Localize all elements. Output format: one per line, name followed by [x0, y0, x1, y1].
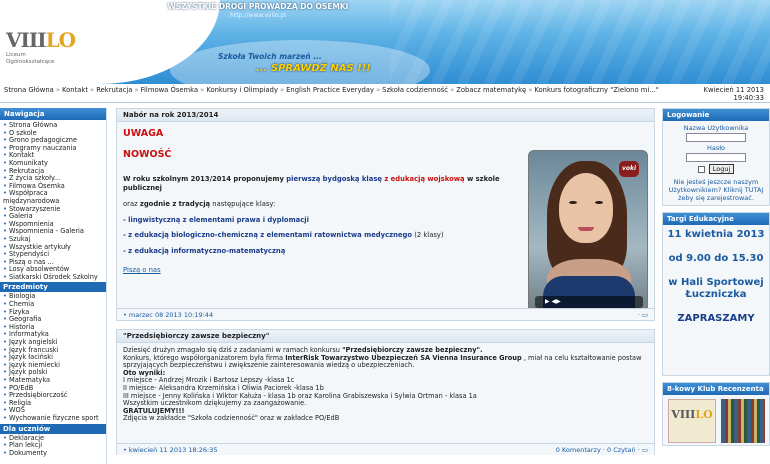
logo-main: VIII [6, 28, 47, 52]
left-sidebar: Nawigacja Strona GłównaO szkoleGrono ped… [0, 108, 107, 464]
menu-separator: » [450, 86, 455, 94]
logo-sub1: Liceum [6, 52, 26, 58]
username-input[interactable] [686, 133, 746, 142]
nav-list: Strona GłównaO szkoleGrono pedagogiczneP… [0, 120, 106, 457]
article2-stats-text: 0 Komentarzy · 0 Czytań · [555, 446, 640, 454]
article-body: UWAGA NOWOŚĆ W roku szkolnym 2013/2014 p… [117, 122, 654, 313]
recruitment-intro: W roku szkolnym 2013/2014 proponujemy pi… [123, 175, 513, 192]
time-text: 19:40:33 [733, 94, 764, 102]
a2-line2: Konkurs, którego współorganizatorem była… [123, 354, 648, 370]
password-input[interactable] [686, 153, 746, 162]
club-logo: VIIILO [668, 399, 716, 443]
right-sidebar: Logowanie Nazwa Użytkownika Hasło Loguj … [662, 108, 770, 452]
fair-time: od 9.00 do 15.30 [668, 253, 764, 264]
fair-invite: ZAPRASZAMY [677, 313, 755, 324]
club-image[interactable]: VIIILO [663, 395, 769, 445]
date-text: Kwiecień 11 2013 [703, 86, 764, 94]
date-display: Kwiecień 11 2013 19:40:33 [704, 86, 764, 102]
nav-item[interactable]: Wychowanie fizyczne sport [3, 414, 104, 423]
menu-item[interactable]: Szkoła codzienność [382, 86, 448, 94]
uwaga-heading: UWAGA [123, 128, 164, 139]
menu-separator: » [528, 86, 533, 94]
login-button[interactable]: Loguj [708, 164, 735, 174]
menu-separator: » [375, 86, 381, 94]
article-competition: "Przedsiębiorczy zawsze bezpieczny" Dzie… [116, 329, 655, 455]
nav-item[interactable]: Siatkarski Ośrodek Szkolny [3, 273, 104, 282]
article-recruitment: Nabór na rok 2013/2014 UWAGA NOWOŚĆ W ro… [116, 108, 655, 321]
article-footer: • marzec 08 2013 10:19:44 · ▭ [117, 308, 654, 320]
menu-separator: » [134, 86, 139, 94]
fair-panel: Targi Edukacyjne 11 kwietnia 2013 od 9.0… [662, 212, 770, 376]
bookshelf-image [721, 399, 765, 443]
p2-c: następujące klasy: [210, 200, 276, 208]
fair-place: w Hali Sportowej Łuczniczka [668, 277, 764, 300]
print-icon[interactable]: · ▭ [638, 309, 648, 321]
a2-thanks: Wszystkim uczestnikom dziękujemy za zaan… [123, 399, 307, 408]
voki-badge: voki [619, 161, 639, 177]
club-title: 8-kowy Klub Recenzenta [663, 383, 769, 395]
menu-item[interactable]: Strona Główna [4, 86, 54, 94]
article-date: • marzec 08 2013 10:19:44 [123, 311, 214, 319]
login-form: Nazwa Użytkownika Hasło Loguj Nie jesteś… [663, 121, 769, 205]
main-content: Nabór na rok 2013/2014 UWAGA NOWOŚĆ W ro… [116, 108, 655, 463]
password-label: Hasło [706, 144, 726, 152]
top-menu: Strona Główna» Kontakt» Rekrutacja» Filmowa… [0, 84, 770, 103]
login-panel: Logowanie Nazwa Użytkownika Hasło Loguj … [662, 108, 770, 206]
menu-separator: » [90, 86, 95, 94]
nav-section-title: Przedmioty [0, 282, 106, 293]
header-title: WSZYSTKIE DROGI PROWADZĄ DO ÓSEMKI [167, 2, 349, 11]
menu-item[interactable]: Konkursy i Olimpiady [206, 86, 278, 94]
avatar-face [559, 173, 613, 243]
nav-title: Nawigacja [0, 108, 106, 120]
nav-item[interactable]: Współpraca międzynarodowa [3, 189, 104, 205]
menu-item[interactable]: Rekrutacja [96, 86, 132, 94]
header-url: http://www.viiilo.pl [230, 12, 286, 19]
avatar-play-controls[interactable]: ▶ ◀▶ [535, 296, 643, 308]
opt2-note: (2 klasy) [412, 231, 444, 239]
logo-sub2: Ogólnokształcące [6, 59, 55, 65]
avatar-mouth [578, 227, 594, 231]
intro-b: pierwszą bydgoską klasę [286, 175, 382, 183]
menu-separator: » [55, 86, 60, 94]
article2-date: • kwiecień 11 2013 18:26:35 [123, 446, 218, 454]
intro-a: W roku szkolnym 2013/2014 proponujemy [123, 175, 287, 183]
intro-c: z edukacją wojskową [381, 175, 465, 183]
login-title: Logowanie [663, 109, 769, 121]
article2-stats[interactable]: 0 Komentarzy · 0 Czytań · ▭ [556, 444, 648, 456]
menu-item[interactable]: Konkurs fotograficzny "Zielono mi..." [534, 86, 658, 94]
menu-separator: » [200, 86, 205, 94]
slogan-1: Szkoła Twoich marzeń ... [218, 52, 322, 61]
nav-item[interactable]: Dokumenty [3, 449, 104, 458]
header-decoration [390, 0, 770, 84]
fair-date: 11 kwietnia 2013 [667, 229, 765, 240]
menu-item[interactable]: English Practice Everyday [286, 86, 374, 94]
username-label: Nazwa Użytkownika [683, 124, 749, 132]
article2-title[interactable]: "Przedsiębiorczy zawsze bezpieczny" [117, 330, 654, 343]
school-logo[interactable]: VIIILO Liceum Ogólnokształcące [6, 28, 80, 80]
menu-separator: » [279, 86, 285, 94]
top-menu-items: Strona Główna» Kontakt» Rekrutacja» Filmowa… [4, 86, 664, 94]
article2-body: Dziesięć drużyn zmagało się dziś z zadan… [117, 343, 654, 443]
menu-item[interactable]: Kontakt [62, 86, 88, 94]
menu-item[interactable]: Zobacz matematykę [456, 86, 526, 94]
p2-b: zgodnie z tradycją [139, 200, 211, 208]
p2-a: oraz [123, 200, 140, 208]
nav-section-title: Dla uczniów [0, 423, 106, 434]
logo-accent: LO [45, 28, 77, 52]
fair-title: Targi Edukacyjne [663, 213, 769, 225]
fair-info: 11 kwietnia 2013 od 9.00 do 15.30 w Hali… [663, 225, 769, 328]
article-title[interactable]: Nabór na rok 2013/2014 [117, 109, 654, 122]
avatar-eye-left [569, 201, 577, 204]
register-text[interactable]: Nie jesteś jeszcze naszym Użytkownikiem?… [667, 178, 765, 202]
slogan-2: ... SPRAWDŹ NAS !!! [256, 63, 371, 74]
article2-footer: • kwiecień 11 2013 18:26:35 0 Komentarzy… [117, 443, 654, 455]
menu-item[interactable]: Filmowa Ósemka [141, 86, 199, 94]
opt2-text: - z edukacją biologiczno-chemiczną z ele… [123, 231, 413, 239]
avatar-eye-right [595, 201, 603, 204]
remember-checkbox[interactable] [697, 165, 705, 173]
a2-photos: Zdjęcia w zakładce "Szkoła codzienność" … [123, 414, 340, 423]
site-header: VIIILO Liceum Ogólnokształcące WSZYSTKIE… [0, 0, 770, 84]
voki-avatar[interactable]: voki ▶ ◀▶ [528, 150, 648, 313]
club-panel: 8-kowy Klub Recenzenta VIIILO [662, 382, 770, 446]
